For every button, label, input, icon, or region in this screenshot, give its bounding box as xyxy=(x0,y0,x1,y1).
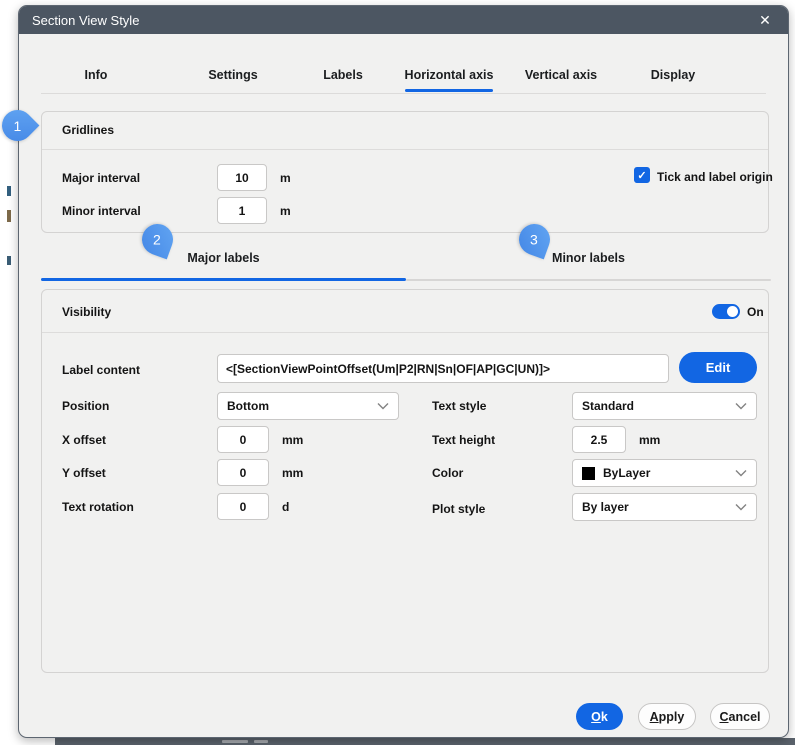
visibility-divider xyxy=(42,332,768,333)
edit-button[interactable]: Edit xyxy=(679,352,757,383)
text-height-label: Text height xyxy=(432,433,495,447)
color-label: Color xyxy=(432,466,463,480)
background-edge-artifact xyxy=(7,186,11,196)
label-content-input[interactable] xyxy=(217,354,669,383)
background-statusbar-strip xyxy=(55,738,795,745)
dialog-titlebar: Section View Style ✕ xyxy=(19,6,788,34)
plot-style-label: Plot style xyxy=(432,502,485,516)
chevron-down-icon xyxy=(735,469,747,477)
cancel-button[interactable]: Cancel xyxy=(710,703,770,730)
x-offset-unit: mm xyxy=(282,433,303,447)
visibility-label: Visibility xyxy=(62,305,111,319)
ok-button[interactable]: Ok xyxy=(576,703,623,730)
text-rotation-input[interactable] xyxy=(217,493,269,520)
tabs-divider xyxy=(41,93,766,94)
chevron-down-icon xyxy=(735,402,747,410)
active-tab-underline xyxy=(405,89,493,92)
text-height-input[interactable] xyxy=(572,426,626,453)
visibility-state: On xyxy=(747,305,764,319)
chevron-down-icon xyxy=(735,503,747,511)
major-interval-input[interactable] xyxy=(217,164,267,191)
minor-interval-label: Minor interval xyxy=(62,204,141,218)
tab-horizontal-axis[interactable]: Horizontal axis xyxy=(405,68,494,82)
position-dropdown[interactable]: Bottom xyxy=(217,392,399,420)
toggle-knob xyxy=(727,306,738,317)
text-rotation-unit: d xyxy=(282,500,289,514)
background-statusbar-text-fragment xyxy=(254,740,268,743)
visibility-toggle[interactable] xyxy=(712,304,740,319)
tab-vertical-axis[interactable]: Vertical axis xyxy=(525,68,597,82)
major-interval-label: Major interval xyxy=(62,171,140,185)
color-dropdown[interactable]: ByLayer xyxy=(572,459,757,487)
text-rotation-label: Text rotation xyxy=(62,500,134,514)
text-style-label: Text style xyxy=(432,399,486,413)
color-value: ByLayer xyxy=(603,466,729,480)
callout-1-number: 1 xyxy=(14,117,22,133)
plot-style-dropdown[interactable]: By layer xyxy=(572,493,757,521)
close-icon[interactable]: ✕ xyxy=(752,8,778,32)
major-interval-unit: m xyxy=(280,171,291,185)
y-offset-label: Y offset xyxy=(62,466,106,480)
section-view-style-dialog: Section View Style ✕ Info Settings Label… xyxy=(18,5,789,738)
callout-3-number: 3 xyxy=(531,231,539,247)
position-value: Bottom xyxy=(227,399,371,413)
subtab-major-labels-label: Major labels xyxy=(41,251,406,265)
background-edge-artifact xyxy=(7,256,11,265)
subtab-major-underline xyxy=(41,278,406,281)
subtab-major-labels[interactable]: Major labels xyxy=(41,241,406,281)
x-offset-input[interactable] xyxy=(217,426,269,453)
subtab-minor-underline xyxy=(406,279,771,281)
background-edge-artifact xyxy=(7,210,11,222)
color-swatch xyxy=(582,467,595,480)
chevron-down-icon xyxy=(377,402,389,410)
dialog-title: Section View Style xyxy=(32,13,139,28)
tick-and-label-origin-label: Tick and label origin xyxy=(657,170,773,184)
label-content-label: Label content xyxy=(62,363,140,377)
callout-2-number: 2 xyxy=(154,231,162,247)
x-offset-label: X offset xyxy=(62,433,106,447)
position-label: Position xyxy=(62,399,109,413)
plot-style-value: By layer xyxy=(582,500,729,514)
tab-labels[interactable]: Labels xyxy=(323,68,363,82)
major-labels-panel: Visibility On Label content Edit Positio… xyxy=(41,289,769,673)
text-height-unit: mm xyxy=(639,433,660,447)
text-style-value: Standard xyxy=(582,399,729,413)
subtab-minor-labels-label: Minor labels xyxy=(406,251,771,265)
subtab-minor-labels[interactable]: Minor labels xyxy=(406,241,771,281)
minor-interval-input[interactable] xyxy=(217,197,267,224)
tab-settings[interactable]: Settings xyxy=(208,68,257,82)
tab-display[interactable]: Display xyxy=(651,68,695,82)
minor-interval-unit: m xyxy=(280,204,291,218)
text-style-dropdown[interactable]: Standard xyxy=(572,392,757,420)
background-statusbar-text-fragment xyxy=(222,740,248,743)
apply-button[interactable]: Apply xyxy=(638,703,696,730)
gridlines-group: Gridlines Major interval m ✓ Tick and la… xyxy=(41,111,769,233)
gridlines-title: Gridlines xyxy=(62,123,114,137)
gridlines-divider xyxy=(42,149,768,150)
tab-info[interactable]: Info xyxy=(85,68,108,82)
tick-and-label-origin-checkbox[interactable]: ✓ xyxy=(634,167,650,183)
y-offset-unit: mm xyxy=(282,466,303,480)
y-offset-input[interactable] xyxy=(217,459,269,486)
